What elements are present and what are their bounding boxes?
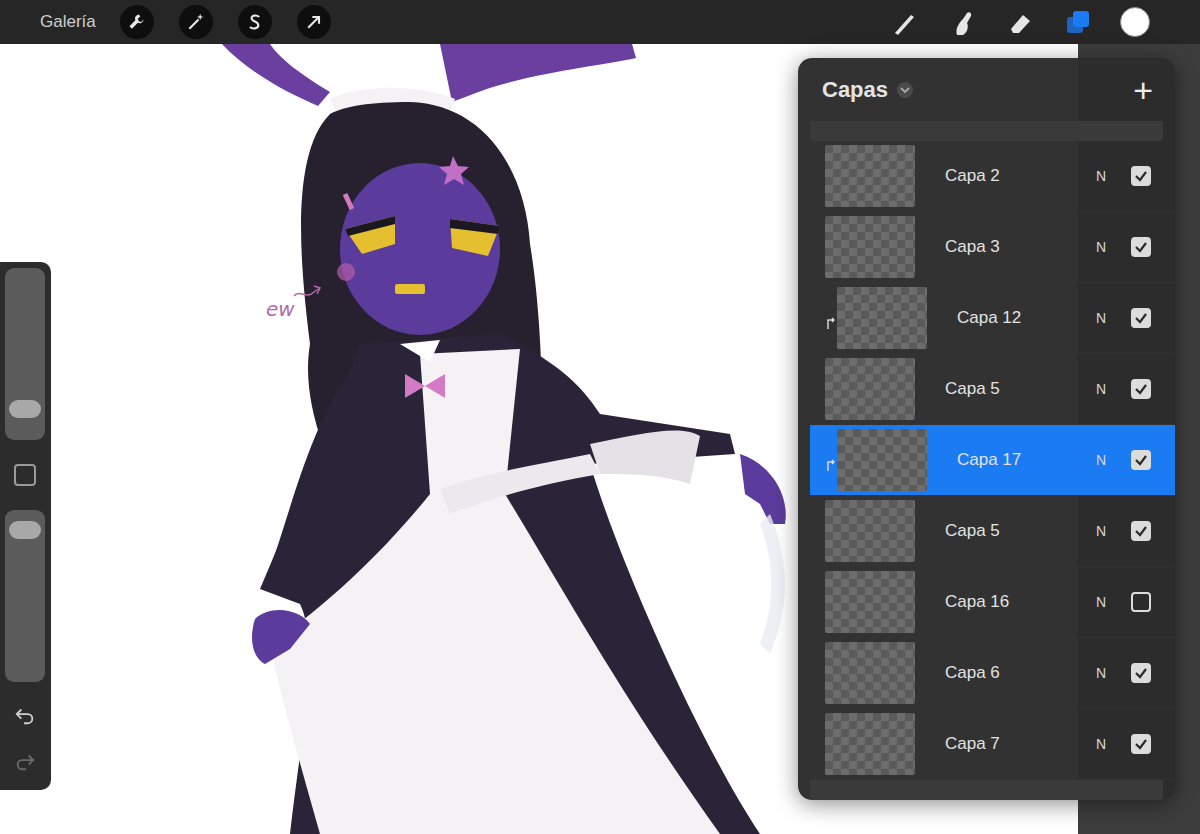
clipping-mask-icon (825, 315, 837, 331)
layer-name: Capa 12 (957, 305, 1089, 331)
smudge-tool[interactable] (942, 2, 982, 42)
layer-thumbnail (837, 287, 927, 349)
selection-icon (245, 12, 265, 32)
chevron-icon[interactable] (896, 81, 914, 99)
blend-mode-button[interactable]: N (1089, 663, 1113, 684)
eraser-icon (1005, 7, 1035, 37)
check-icon (1133, 239, 1149, 255)
layer-name: Capa 16 (945, 589, 1089, 615)
layer-row-partial (810, 121, 1163, 141)
magic-wand-icon (186, 12, 206, 32)
layer-thumbnail (825, 358, 915, 420)
layer-name: Capa 2 (945, 163, 1089, 189)
blend-mode-button[interactable]: N (1089, 166, 1113, 187)
check-icon (1133, 310, 1149, 326)
opacity-slider[interactable] (5, 510, 45, 682)
annotation-text: ew (266, 297, 295, 321)
brush-size-slider[interactable] (5, 268, 45, 440)
brush-icon (889, 7, 919, 37)
transform-arrow-button[interactable] (297, 5, 331, 39)
blend-mode-button[interactable]: N (1089, 308, 1113, 329)
layers-panel: Capas+Capa 2NCapa 3NCapa 12NCapa 5NCapa … (798, 58, 1175, 800)
slider-thumb[interactable] (9, 400, 41, 418)
layer-row-partial (810, 780, 1163, 800)
panel-title: Capas (822, 73, 888, 106)
check-icon (1133, 665, 1149, 681)
layer-name: Capa 7 (945, 731, 1089, 757)
layer-row[interactable]: Capa 12N (810, 283, 1175, 354)
clip-slot (825, 310, 837, 326)
visibility-checkbox[interactable] (1131, 663, 1151, 683)
layer-row[interactable]: Capa 5N (810, 496, 1175, 567)
layer-thumbnail (825, 500, 915, 562)
layer-thumbnail (837, 429, 927, 491)
layer-name: Capa 6 (945, 660, 1089, 686)
illustration: ew (222, 44, 786, 834)
selection-button[interactable] (238, 5, 272, 39)
visibility-checkbox[interactable] (1131, 734, 1151, 754)
layer-thumbnail (825, 713, 915, 775)
layer-row[interactable]: Capa 6N (810, 638, 1175, 709)
blend-mode-button[interactable]: N (1089, 379, 1113, 400)
add-layer-button[interactable]: + (1133, 73, 1153, 107)
layer-thumbnail (825, 571, 915, 633)
transform-arrow-icon (304, 12, 324, 32)
check-icon (1133, 168, 1149, 184)
layer-row[interactable]: Capa 16N (810, 567, 1175, 638)
color-swatch[interactable] (1120, 7, 1150, 37)
top-toolbar: Galería (0, 0, 1200, 44)
panel-header: Capas + (798, 58, 1175, 121)
check-icon (1133, 381, 1149, 397)
layer-name: Capa 5 (945, 518, 1089, 544)
layer-thumbnail (825, 642, 915, 704)
layer-row[interactable]: Capa 17N (810, 425, 1175, 496)
layer-row[interactable]: Capa 3N (810, 212, 1175, 283)
check-icon (1133, 452, 1149, 468)
magic-wand-button[interactable] (179, 5, 213, 39)
layer-thumbnail (825, 216, 915, 278)
gallery-button[interactable]: Galería (40, 9, 96, 35)
layer-name: Capa 5 (945, 376, 1089, 402)
eraser-tool[interactable] (1000, 2, 1040, 42)
layer-name: Capa 17 (957, 447, 1089, 473)
blend-mode-button[interactable]: N (1089, 734, 1113, 755)
layers-tool[interactable] (1058, 2, 1098, 42)
blend-mode-button[interactable]: N (1089, 521, 1113, 542)
slider-thumb[interactable] (9, 521, 41, 539)
smudge-icon (947, 7, 977, 37)
layer-row[interactable]: Capa 5N (810, 354, 1175, 425)
workspace: ew Capas+Capa 2NCapa 3NCapa 12NCapa 5NCa… (0, 44, 1200, 834)
brush-tool[interactable] (884, 2, 924, 42)
layers-icon (1063, 7, 1093, 37)
blend-mode-button[interactable]: N (1089, 592, 1113, 613)
left-sidebar (0, 262, 51, 790)
layer-row[interactable]: Capa 7N (810, 709, 1175, 780)
wrench-icon (127, 12, 147, 32)
visibility-checkbox[interactable] (1131, 308, 1151, 328)
check-icon (1133, 523, 1149, 539)
visibility-checkbox[interactable] (1131, 379, 1151, 399)
visibility-checkbox[interactable] (1131, 166, 1151, 186)
clipping-mask-icon (825, 457, 837, 473)
visibility-checkbox[interactable] (1131, 592, 1151, 612)
layer-row[interactable]: Capa 2N (810, 141, 1175, 212)
blend-mode-button[interactable]: N (1089, 450, 1113, 471)
visibility-checkbox[interactable] (1131, 237, 1151, 257)
layer-name: Capa 3 (945, 234, 1089, 260)
layer-thumbnail (825, 145, 915, 207)
undo-icon[interactable] (14, 704, 36, 726)
visibility-checkbox[interactable] (1131, 450, 1151, 470)
wrench-button[interactable] (120, 5, 154, 39)
blend-mode-button[interactable]: N (1089, 237, 1113, 258)
visibility-checkbox[interactable] (1131, 521, 1151, 541)
check-icon (1133, 736, 1149, 752)
clip-slot (825, 452, 837, 468)
modify-button[interactable] (14, 464, 36, 486)
redo-icon[interactable] (14, 750, 36, 772)
